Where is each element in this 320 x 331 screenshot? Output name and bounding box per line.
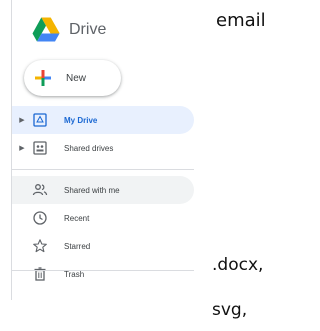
shared-drives-icon bbox=[33, 141, 47, 155]
people-icon bbox=[32, 184, 48, 196]
sidebar-item-trash[interactable]: ▶ Trash bbox=[12, 260, 194, 288]
sidebar-item-label: Starred bbox=[64, 241, 91, 251]
my-drive-icon bbox=[33, 113, 47, 127]
sidebar-item-label: Recent bbox=[64, 213, 90, 223]
drive-brand[interactable]: Drive bbox=[12, 10, 194, 50]
screenshot-canvas: Drive New ▶ My Drive ▶ Shared drives Sha… bbox=[0, 0, 315, 331]
clock-icon bbox=[33, 211, 47, 225]
new-button-label: New bbox=[66, 72, 87, 84]
expand-arrow-icon[interactable]: ▶ bbox=[16, 116, 28, 124]
note-text-email: email bbox=[216, 10, 266, 31]
trash-icon bbox=[34, 267, 46, 281]
nav-divider bbox=[12, 169, 194, 170]
sidebar-item-label: Shared drives bbox=[64, 143, 114, 153]
sidebar-item-shared-with-me[interactable]: ▶ Shared with me bbox=[12, 176, 194, 204]
sidebar-bottom-divider bbox=[12, 270, 194, 271]
drive-sidebar: Drive New ▶ My Drive ▶ Shared drives Sha… bbox=[12, 0, 194, 300]
sidebar-item-label: Shared with me bbox=[64, 185, 120, 195]
sidebar-item-starred[interactable]: ▶ Starred bbox=[12, 232, 194, 260]
note-text-svg: svg, bbox=[212, 300, 248, 320]
plus-icon bbox=[35, 70, 51, 86]
sidebar-item-label: My Drive bbox=[64, 115, 98, 125]
note-text-docx: .docx, bbox=[212, 255, 264, 275]
sidebar-item-my-drive[interactable]: ▶ My Drive bbox=[12, 106, 194, 134]
google-drive-logo-icon bbox=[32, 17, 60, 42]
star-icon bbox=[33, 239, 47, 253]
sidebar-item-recent[interactable]: ▶ Recent bbox=[12, 204, 194, 232]
expand-arrow-icon[interactable]: ▶ bbox=[16, 144, 28, 152]
drive-title: Drive bbox=[69, 21, 107, 38]
sidebar-item-shared-drives[interactable]: ▶ Shared drives bbox=[12, 134, 194, 162]
new-button[interactable]: New bbox=[24, 60, 121, 96]
sidebar-nav: ▶ My Drive ▶ Shared drives ▶ bbox=[12, 106, 194, 288]
